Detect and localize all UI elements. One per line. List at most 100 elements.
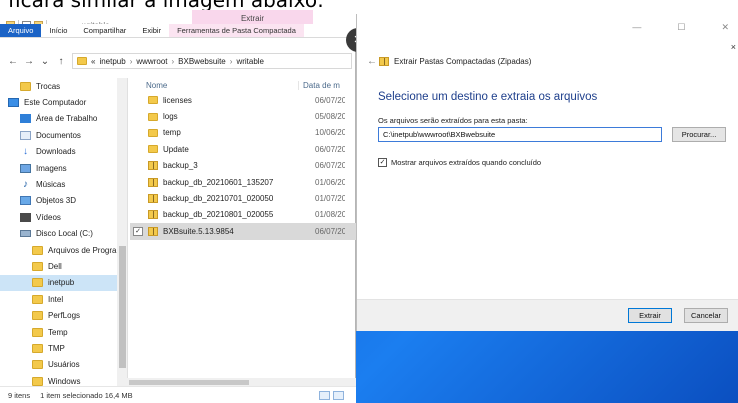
folder-icon — [32, 343, 43, 353]
file-explorer-window: writable Extrair Arquivo Início Comparti… — [0, 10, 356, 403]
zip-folder-icon — [148, 194, 158, 204]
file-date: 01/06/202 — [315, 177, 345, 187]
file-name: backup_db_20210601_135207 — [163, 177, 274, 187]
table-row[interactable]: backup_db_20210601_135207 01/06/202 — [130, 174, 356, 190]
dialog-footer: Extrair Cancelar — [357, 299, 738, 331]
document-caption-strip: ficará similar a imagem abaixo: — [0, 0, 738, 14]
horizontal-scrollbar-thumb[interactable] — [129, 380, 249, 385]
destination-label: Os arquivos serão extraídos para esta pa… — [378, 116, 528, 125]
file-date: 06/07/202 — [315, 95, 345, 105]
tab-exibir[interactable]: Exibir — [134, 24, 169, 37]
dialog-header-title: Extrair Pastas Compactadas (Zipadas) — [394, 57, 532, 66]
extract-wizard-dialog: — ☐ ✕ ← Extrair Pastas Compactadas (Zipa… — [356, 14, 738, 331]
folder-icon — [148, 145, 158, 154]
table-row[interactable]: logs 05/08/202 — [130, 108, 356, 124]
sidebar-item[interactable]: Disco Local (C:) — [0, 226, 117, 242]
destination-path-input[interactable] — [378, 127, 662, 142]
details-view-icon[interactable] — [319, 391, 330, 400]
file-name: logs — [163, 112, 178, 122]
sidebar-item[interactable]: ♪ Músicas — [0, 176, 117, 192]
show-extracted-label[interactable]: Mostrar arquivos extraídos quando conclu… — [391, 158, 541, 167]
objects3d-icon — [20, 196, 31, 206]
file-name: BXBsuite.5.13.9854 — [163, 226, 234, 236]
browse-button[interactable]: Procurar... — [672, 127, 726, 142]
file-date: 06/07/202 — [315, 161, 345, 171]
sidebar-item[interactable]: TMP — [0, 340, 117, 356]
forward-arrow-icon[interactable]: → — [24, 56, 34, 67]
maximize-icon[interactable]: ☐ — [677, 22, 685, 33]
dialog-header: Extrair Pastas Compactadas (Zipadas) — [379, 57, 531, 66]
window-close-icon[interactable]: ✕ — [721, 22, 729, 33]
sidebar-item[interactable]: Este Computador — [0, 94, 117, 110]
back-arrow-icon[interactable]: ← — [367, 56, 377, 67]
cancel-button[interactable]: Cancelar — [684, 308, 728, 323]
tab-arquivo[interactable]: Arquivo — [0, 24, 42, 37]
table-row[interactable]: temp 10/06/202 — [130, 125, 356, 141]
sidebar-item[interactable]: Documentos — [0, 127, 117, 143]
sidebar-item[interactable]: Trocas — [0, 78, 117, 94]
sidebar-item-label: Intel — [48, 294, 64, 304]
breadcrumb-inetpub[interactable]: inetpub — [99, 57, 125, 66]
sidebar-item[interactable]: Área de Trabalho — [0, 111, 117, 127]
file-date: 01/08/202 — [315, 210, 345, 220]
folder-icon — [32, 360, 43, 370]
zip-folder-icon — [148, 226, 158, 236]
sidebar-item[interactable]: Intel — [0, 291, 117, 307]
nav-scrollbar[interactable] — [117, 78, 127, 390]
sidebar-item-label: Músicas — [36, 180, 66, 190]
sidebar-item[interactable]: Objetos 3D — [0, 193, 117, 209]
column-header-name[interactable]: Nome — [130, 81, 298, 90]
file-name: backup_db_20210701_020050 — [163, 194, 274, 204]
sidebar-item[interactable]: PerfLogs — [0, 307, 117, 323]
nav-scrollbar-thumb[interactable] — [119, 246, 126, 368]
folder-icon — [148, 96, 158, 105]
sidebar-item-label: Disco Local (C:) — [36, 229, 93, 239]
large-icons-view-icon[interactable] — [333, 391, 344, 400]
show-extracted-checkbox[interactable]: ✓ — [378, 158, 387, 167]
file-name: backup_db_20210801_020055 — [163, 210, 274, 220]
minimize-icon[interactable]: — — [632, 22, 641, 32]
breadcrumb-wwwroot[interactable]: wwwroot — [136, 57, 167, 66]
sidebar-item[interactable]: Usuários — [0, 357, 117, 373]
folder-icon — [148, 112, 158, 121]
column-header-date[interactable]: Data de m — [298, 80, 340, 90]
sidebar-item[interactable]: Vídeos — [0, 209, 117, 225]
tab-ferramentas-pasta-compactada[interactable]: Ferramentas de Pasta Compactada — [169, 24, 304, 37]
downloads-icon: ↓ — [23, 146, 28, 158]
breadcrumb-separator-icon: › — [171, 56, 175, 66]
table-row[interactable]: Update 06/07/202 — [130, 141, 356, 157]
view-buttons — [319, 391, 344, 400]
sidebar-item[interactable]: Imagens — [0, 160, 117, 176]
tab-compartilhar[interactable]: Compartilhar — [75, 24, 134, 37]
show-extracted-checkbox-row[interactable]: ✓ Mostrar arquivos extraídos quando conc… — [378, 158, 541, 167]
ribbon-tabs: Arquivo Início Compartilhar Exibir Ferra… — [0, 24, 356, 38]
row-checkbox[interactable]: ✓ — [133, 226, 143, 236]
recent-chevron-icon[interactable]: ⌄ — [40, 56, 50, 67]
breadcrumb-overflow[interactable]: « — [91, 57, 95, 66]
back-arrow-icon[interactable]: ← — [8, 56, 18, 67]
table-row[interactable]: backup_db_20210701_020050 01/07/202 — [130, 190, 356, 206]
file-list-header: Nome Data de m — [130, 78, 356, 92]
sidebar-item-label: Downloads — [36, 147, 76, 157]
tab-inicio[interactable]: Início — [41, 24, 75, 37]
zip-folder-icon — [379, 57, 389, 66]
dialog-edge-close-icon[interactable]: × — [731, 42, 736, 52]
extract-button[interactable]: Extrair — [628, 308, 672, 323]
breadcrumb-bxbwebsuite[interactable]: BXBwebsuite — [178, 57, 226, 66]
sidebar-item[interactable]: Arquivos de Progra — [0, 242, 117, 258]
sidebar-item-label: Dell — [48, 261, 62, 271]
breadcrumb-writable[interactable]: writable — [236, 57, 264, 66]
up-arrow-icon[interactable]: ↑ — [56, 56, 66, 67]
sidebar-item[interactable]: Temp — [0, 324, 117, 340]
table-row[interactable]: ✓ BXBsuite.5.13.9854 06/07/202 — [130, 223, 356, 240]
sidebar-item[interactable]: ↓ Downloads — [0, 144, 117, 160]
sidebar-item[interactable]: Dell — [0, 258, 117, 274]
table-row[interactable]: backup_db_20210801_020055 01/08/202 — [130, 207, 356, 223]
file-list: Nome Data de m licenses 06/07/202 logs 05/0… — [130, 78, 356, 308]
table-row[interactable]: licenses 06/07/202 — [130, 92, 356, 108]
address-bar[interactable]: « inetpub › wwwroot › BXBwebsuite › writ… — [72, 53, 352, 69]
navigation-pane: Trocas Este Computador Área de Trabalho Doc… — [0, 78, 128, 390]
sidebar-item[interactable]: inetpub — [0, 274, 117, 292]
sidebar-item-label: Objetos 3D — [36, 196, 77, 206]
table-row[interactable]: backup_3 06/07/202 — [130, 158, 356, 174]
